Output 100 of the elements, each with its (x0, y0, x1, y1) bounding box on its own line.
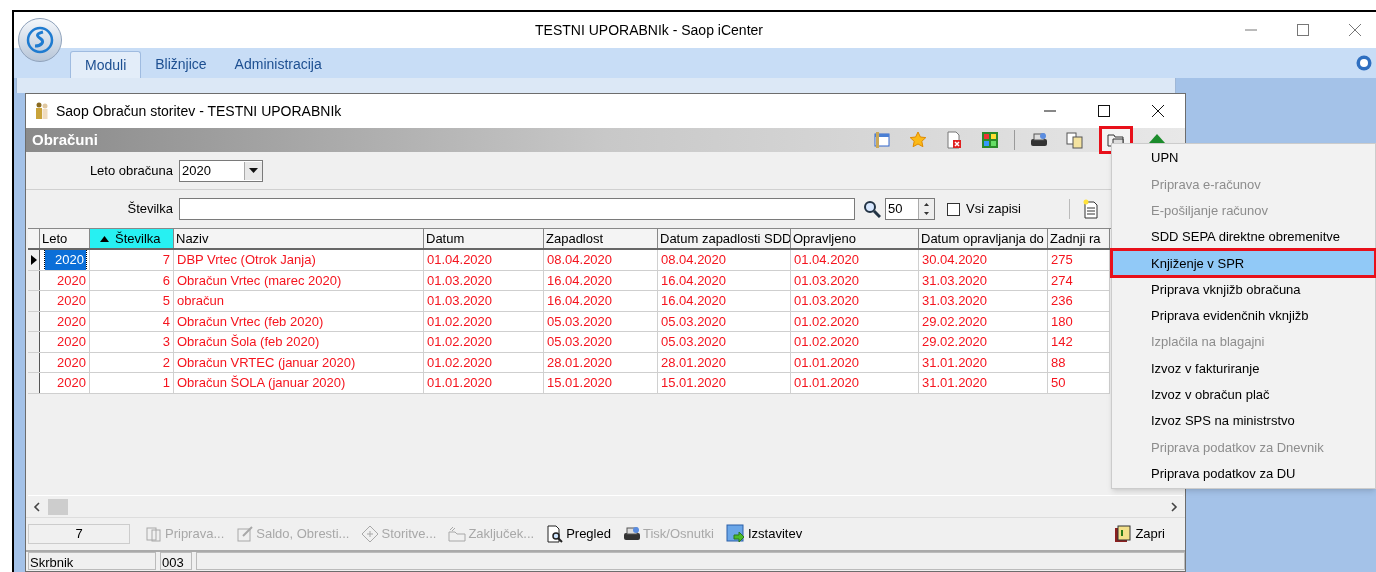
table-cell: 05.03.2020 (544, 332, 658, 352)
column-header[interactable]: Datum opravljanja do (919, 229, 1048, 248)
checkbox-label: Vsi zapisi (966, 200, 1021, 219)
table-cell: 29.02.2020 (919, 311, 1048, 331)
column-header[interactable]: Datum zapadlosti SDD (658, 229, 791, 248)
table-cell: 01.02.2020 (791, 311, 919, 331)
column-header[interactable]: Opravljeno (791, 229, 919, 248)
menu-item[interactable]: Priprava vknjižb obračuna (1112, 276, 1375, 303)
menu-item[interactable]: SDD SEPA direktne obremenitve (1112, 223, 1375, 251)
menu-item[interactable]: UPN (1112, 145, 1375, 172)
close-icon[interactable] (1151, 104, 1165, 118)
table-cell: 05.03.2020 (658, 332, 791, 352)
ribbon-tab[interactable]: Administracija (220, 51, 336, 78)
table-cell: 01.03.2020 (791, 291, 919, 311)
column-header[interactable]: Številka (90, 229, 174, 248)
table-cell: 01.02.2020 (424, 332, 544, 352)
scroll-thumb[interactable] (48, 498, 68, 515)
field-label: Leto obračuna (88, 161, 174, 180)
app-title: TESTNI UPORABNIk - Saop iCenter (534, 20, 763, 40)
ribbon-tab[interactable]: Moduli (70, 51, 142, 78)
table-row[interactable]: 2020 3 Obračun Šola (feb 2020) 01.02.2020 05.03.2020 05.03.2020 01.02.2020 29.02.2020 142 (28, 332, 1110, 353)
table-cell: 16.04.2020 (658, 270, 791, 290)
table-cell: 15.01.2020 (544, 373, 658, 393)
checkbox[interactable] (947, 202, 960, 216)
status-field: Skrbnik (28, 552, 156, 570)
scroll-left-icon[interactable] (32, 501, 42, 512)
table-cell: 08.04.2020 (658, 250, 791, 270)
menu-item[interactable]: Izvoz v fakturiranje (1112, 355, 1375, 382)
new-document-icon[interactable] (1081, 199, 1100, 219)
table-cell: 236 (1048, 291, 1110, 311)
table-row[interactable]: 2020 2 Obračun VRTEC (januar 2020) 01.02.2020 28.01.2020 28.01.2020 01.01.2020 31.01.2020 88 (28, 352, 1110, 373)
table-cell: 31.01.2020 (919, 352, 1048, 372)
table-cell: 1 (90, 373, 174, 393)
toolbar-button[interactable]: Pregled (546, 524, 611, 544)
table-cell: Obračun Vrtec (marec 2020) (174, 270, 424, 290)
menu-item[interactable]: Izvoz v obračun plač (1112, 381, 1375, 408)
menu-item[interactable]: Knjiženje v SPR (1112, 250, 1375, 277)
issue-icon (726, 524, 746, 544)
column-header[interactable]: Datum (424, 229, 544, 248)
ribbon-tab[interactable]: Bližnjice (141, 51, 221, 78)
document-icon (145, 525, 163, 543)
table-cell: 50 (1048, 373, 1110, 393)
table-cell: 2020 (40, 332, 90, 352)
table-cell: 01.01.2020 (424, 373, 544, 393)
table-cell: 16.04.2020 (544, 270, 658, 290)
table-cell: 01.03.2020 (424, 270, 544, 290)
people-icon (34, 102, 50, 120)
table-row[interactable]: 2020 6 Obračun Vrtec (marec 2020) 01.03.2020 16.04.2020 16.04.2020 01.03.2020 31.03.2020 274 (28, 270, 1110, 291)
table-cell: 2020 (40, 311, 90, 331)
maximize-icon[interactable] (1097, 104, 1111, 118)
table-cell: 6 (90, 270, 174, 290)
table-cell: 01.04.2020 (791, 250, 919, 270)
table-cell: 05.03.2020 (544, 311, 658, 331)
table-cell: 7 (90, 250, 174, 270)
page-size-spinner[interactable]: 50 (885, 198, 935, 220)
table-cell: 2020 (40, 270, 90, 290)
table-cell: 01.02.2020 (791, 332, 919, 352)
table-row[interactable]: 2020 5 obračun 01.03.2020 16.04.2020 16.04.2020 01.03.2020 31.03.2020 236 (28, 291, 1110, 312)
table-cell: 5 (90, 291, 174, 311)
table-cell: 01.01.2020 (791, 352, 919, 372)
horizontal-scrollbar[interactable] (28, 495, 1183, 517)
section-title: Obračuni (32, 129, 98, 150)
table-cell: 4 (90, 311, 174, 331)
table-cell: 2020 (40, 352, 90, 372)
table-cell: 31.03.2020 (919, 270, 1048, 290)
year-dropdown[interactable]: 2020 (179, 159, 263, 182)
logo-icon (26, 26, 54, 54)
window-title: Saop Obračun storitev - TESTNI UPORABNIk (56, 101, 342, 121)
table-row[interactable]: 2020 1 Obračun ŠOLA (januar 2020) 01.01.2020 15.01.2020 15.01.2020 01.01.2020 31.01.2020 50 (28, 373, 1110, 394)
number-search-field[interactable] (179, 198, 855, 220)
column-header[interactable]: Zapadlost (544, 229, 658, 248)
menu-item[interactable]: Izvoz SPS na ministrstvo (1112, 407, 1375, 435)
table-row[interactable]: 2020 7 DBP Vrtec (Otrok Janja) 01.04.2020 08.04.2020 08.04.2020 01.04.2020 30.04.2020 275 (28, 250, 1110, 271)
table-cell: obračun (174, 291, 424, 311)
table-cell: Obračun Vrtec (feb 2020) (174, 311, 424, 331)
close-button[interactable]: Zapri (1113, 524, 1165, 544)
menu-item[interactable]: Priprava evidenčnih vknjižb (1112, 302, 1375, 330)
table-cell: Obračun VRTEC (januar 2020) (174, 352, 424, 372)
table-cell: 01.02.2020 (424, 311, 544, 331)
search-icon[interactable] (863, 200, 881, 218)
table-cell: 2020 (40, 291, 90, 311)
table-cell: 88 (1048, 352, 1110, 372)
table-cell: 01.04.2020 (424, 250, 544, 270)
column-header[interactable]: Naziv (174, 229, 424, 248)
table-cell: 180 (1048, 311, 1110, 331)
table-cell: 08.04.2020 (544, 250, 658, 270)
delete-document-icon (945, 131, 963, 149)
menu-item[interactable]: Priprava podatkov za DU (1112, 460, 1375, 487)
table-cell: 2 (90, 352, 174, 372)
table-cell: 28.01.2020 (658, 352, 791, 372)
toolbar-button[interactable]: Izstavitev (726, 524, 803, 544)
color-grid-icon (981, 131, 999, 149)
table-cell: 15.01.2020 (658, 373, 791, 393)
table-cell: 31.03.2020 (919, 291, 1048, 311)
table-row[interactable]: 2020 4 Obračun Vrtec (feb 2020) 01.02.2020 05.03.2020 05.03.2020 01.02.2020 29.02.2020 180 (28, 311, 1110, 332)
scroll-right-icon[interactable] (1169, 501, 1179, 512)
star-icon (909, 131, 927, 149)
columns-icon (873, 131, 891, 149)
column-header[interactable]: Zadnji ra (1048, 229, 1110, 248)
table-cell: 01.03.2020 (424, 291, 544, 311)
